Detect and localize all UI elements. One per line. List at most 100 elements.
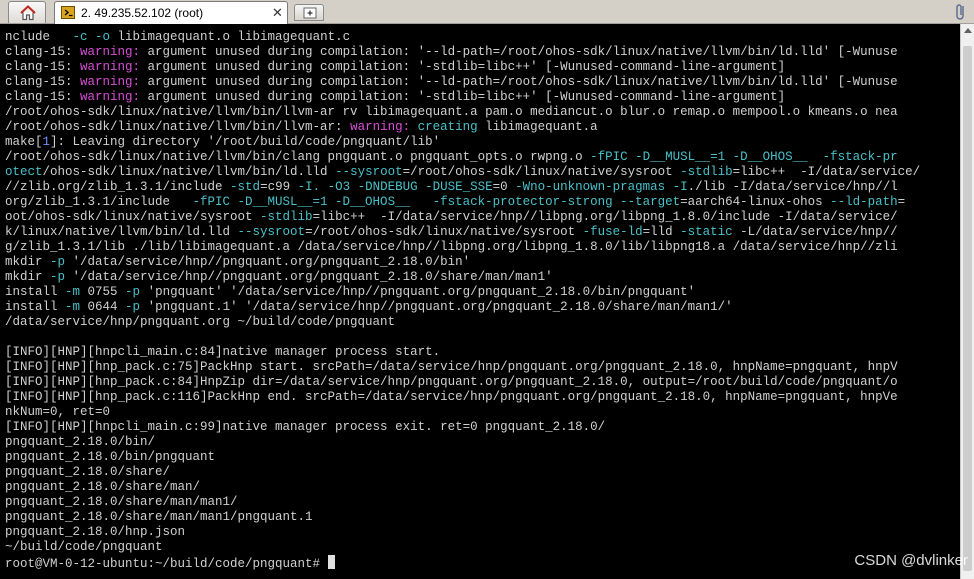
terminal-text-segment: -std (230, 180, 261, 194)
terminal-text-segment: make[ (5, 135, 43, 149)
tab-close-icon[interactable]: ✕ (272, 5, 283, 21)
terminal-text-segment: argument unused during compilation: '--l… (140, 75, 898, 89)
terminal-text-segment: pngquant_2.18.0/share/man/man1/ (5, 495, 238, 509)
terminal-text-segment: = (897, 195, 906, 209)
terminal-line: install -m 0644 -p 'pngquant.1' '/data/s… (5, 300, 920, 315)
terminal-line: [INFO][HNP][hnp_pack.c:116]PackHnp end. … (5, 390, 920, 405)
terminal-text-segment: 0644 (80, 300, 126, 314)
terminal-text-segment: argument unused during compilation: '--l… (140, 45, 898, 59)
terminal-text-segment: pngquant_2.18.0/bin/ (5, 435, 156, 449)
watermark: CSDN @dvlinker (854, 552, 968, 569)
attach-button[interactable] (954, 2, 970, 22)
terminal-text-segment: --ld-path (830, 195, 898, 209)
terminal-text-segment: creating (417, 120, 478, 134)
terminal-line: /data/service/hnp/pngquant.org ~/build/c… (5, 315, 920, 330)
terminal-line: clang-15: warning: argument unused durin… (5, 90, 920, 105)
terminal-text-segment: -p (125, 300, 141, 314)
terminal-text-segment: clang-15: (5, 90, 81, 104)
terminal-text-segment: -p (125, 285, 141, 299)
terminal-text-segment: clang-15: (5, 75, 81, 89)
terminal-text-segment: '/data/service/hnp//pngquant.org/pngquan… (65, 270, 553, 284)
terminal-line: /root/ohos-sdk/linux/native/llvm/bin/llv… (5, 105, 920, 120)
terminal-line: clang-15: warning: argument unused durin… (5, 45, 920, 60)
terminal-text-segment: warning: (80, 60, 141, 74)
scrollbar-thumb[interactable] (963, 46, 972, 571)
terminal-text-segment: -m (65, 300, 81, 314)
terminal-text-segment: =aarch64-linux-ohos (680, 195, 831, 209)
terminal-text-segment: =lld (642, 225, 681, 239)
terminal-text-segment: //zlib.org/zlib_1.3.1/include (5, 180, 231, 194)
terminal-text-segment: [INFO][HNP][hnpcli_main.c:99]native mana… (5, 420, 606, 434)
vertical-scrollbar[interactable] (960, 24, 974, 579)
terminal-line: otect/ohos-sdk/linux/native/llvm/bin/ld.… (5, 165, 920, 180)
terminal-text-segment: =0 (492, 180, 516, 194)
terminal-line: mkdir -p '/data/service/hnp//pngquant.or… (5, 255, 920, 270)
terminal-text-segment: /root/ohos-sdk/linux/native/llvm/bin/cla… (5, 150, 591, 164)
terminal-text-segment: [INFO][HNP][hnp_pack.c:116]PackHnp end. … (5, 390, 898, 404)
terminal-text-segment: 1 (42, 135, 51, 149)
terminal-text-segment: =/root/ohos-sdk/linux/native/sysroot (402, 165, 681, 179)
terminal-line: [INFO][HNP][hnp_pack.c:84]HnpZip dir=/da… (5, 375, 920, 390)
terminal-text-segment: -Wno-unknown-pragmas -I (515, 180, 688, 194)
terminal-text-segment: g/zlib_1.3.1/lib ./lib/libimagequant.a /… (5, 240, 898, 254)
terminal-line: org/zlib_1.3.1/include -fPIC -D__MUSL__=… (5, 195, 920, 210)
terminal-line: pngquant_2.18.0/share/man/man1/pngquant.… (5, 510, 920, 525)
home-button[interactable] (8, 1, 46, 23)
terminal-text-segment: /root/ohos-sdk/linux/native/llvm/bin/llv… (5, 120, 351, 134)
terminal-text-segment: -p (50, 255, 66, 269)
terminal-text-segment: nclude (5, 30, 73, 44)
terminal-text-segment: warning: (80, 45, 141, 59)
terminal-line: [INFO][HNP][hnpcli_main.c:84]native mana… (5, 345, 920, 360)
text-cursor (328, 555, 336, 569)
terminal-text-segment: libimagequant.o libimagequant.c (110, 30, 351, 44)
terminal-text-segment: [INFO][HNP][hnpcli_main.c:84]native mana… (5, 345, 441, 359)
scroll-up-arrow-icon[interactable] (964, 28, 972, 33)
terminal-text-segment: -static (680, 225, 733, 239)
terminal-line: [INFO][HNP][hnpcli_main.c:99]native mana… (5, 420, 920, 435)
tab-session[interactable]: 2. 49.235.52.102 (root) ✕ (54, 1, 288, 24)
tab-bar: 2. 49.235.52.102 (root) ✕ (0, 0, 974, 24)
terminal-text-segment: pngquant_2.18.0/share/ (5, 465, 171, 479)
new-tab-button[interactable] (294, 4, 324, 21)
terminal-text-segment: /data/service/hnp/pngquant.org ~/build/c… (5, 315, 396, 329)
terminal-line: k/linux/native/llvm/bin/ld.lld --sysroot… (5, 225, 920, 240)
terminal-text-segment: pngquant_2.18.0/bin/pngquant (5, 450, 216, 464)
terminal-text-segment: =c99 (260, 180, 298, 194)
terminal-text-segment: warning: (80, 90, 141, 104)
terminal-line: nclude -c -o libimagequant.o libimagequa… (5, 30, 920, 45)
terminal-text-segment: clang-15: (5, 60, 81, 74)
terminal-text-segment: =/root/ohos-sdk/linux/native/sysroot (305, 225, 583, 239)
terminal-line: oot/ohos-sdk/linux/native/sysroot -stdli… (5, 210, 920, 225)
terminal-text-segment: -c -o (72, 30, 111, 44)
terminal-line: clang-15: warning: argument unused durin… (5, 75, 920, 90)
terminal-prompt-line[interactable]: root@VM-0-12-ubuntu:~/build/code/pngquan… (5, 555, 920, 571)
terminal-text-segment: =libc++ -I/data/service/ (732, 165, 921, 179)
terminal-text-segment: install (5, 300, 66, 314)
terminal-text-segment: k/linux/native/llvm/bin/ld.lld (5, 225, 238, 239)
terminal-text-segment: mkdir (5, 255, 51, 269)
terminal-text-segment: -I. -O3 -DNDEBUG -DUSE_SSE (297, 180, 493, 194)
terminal-line: clang-15: warning: argument unused durin… (5, 60, 920, 75)
terminal-line: /root/ohos-sdk/linux/native/llvm/bin/llv… (5, 120, 920, 135)
terminal-text-segment: pngquant_2.18.0/hnp.json (5, 525, 186, 539)
terminal-text-segment: oot/ohos-sdk/linux/native/sysroot (5, 210, 261, 224)
tab-title: 2. 49.235.52.102 (root) (81, 6, 204, 20)
terminal-output[interactable]: nclude -c -o libimagequant.o libimagequa… (0, 24, 960, 579)
terminal-text-segment: pngquant_2.18.0/share/man/ (5, 480, 201, 494)
terminal-text-segment: warning: (80, 75, 141, 89)
new-tab-icon (303, 7, 317, 19)
terminal-text-segment: argument unused during compilation: '-st… (140, 60, 786, 74)
terminal-line: g/zlib_1.3.1/lib ./lib/libimagequant.a /… (5, 240, 920, 255)
terminal-line: install -m 0755 -p 'pngquant' '/data/ser… (5, 285, 920, 300)
terminal-text-segment: =libc++ -I/data/service/hnp//libpng.org/… (312, 210, 898, 224)
terminal-text-segment: nkNum=0, ret=0 (5, 405, 111, 419)
terminal-text-segment: warning: (350, 120, 411, 134)
terminal-text-segment: -p (50, 270, 66, 284)
terminal-text-segment: -fPIC -D__MUSL__=1 -D__OHOS__ (590, 150, 808, 164)
terminal-text-segment: ~/build/code/pngquant (5, 540, 163, 554)
terminal-text-segment: -L/data/service/hnp// (732, 225, 898, 239)
terminal-text-segment: ]: Leaving directory '/root/build/code/p… (50, 135, 441, 149)
terminal-line: ~/build/code/pngquant (5, 540, 920, 555)
terminal-lines: nclude -c -o libimagequant.o libimagequa… (5, 30, 920, 571)
